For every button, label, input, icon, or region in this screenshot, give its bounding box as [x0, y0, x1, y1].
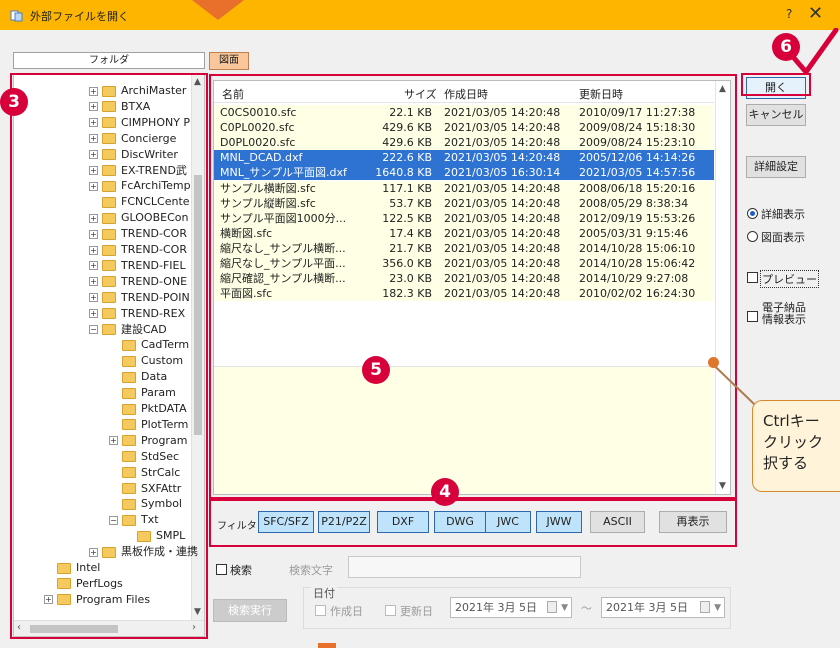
badge-4: 4: [431, 478, 459, 506]
pointer-marker: [318, 643, 336, 648]
callout-line-2: クリック: [763, 433, 824, 451]
created-date-checkbox[interactable]: [315, 605, 326, 616]
keyword-label: 検索文字: [289, 564, 333, 577]
detail-view-label: 詳細表示: [761, 208, 805, 221]
callout-note: Ctrlキー クリック 択する: [752, 400, 840, 492]
modified-date-label: 更新日: [400, 605, 433, 618]
date-to-value: 2021年 3月 5日: [606, 601, 688, 614]
chevron-down-icon: ▼: [561, 603, 568, 613]
advanced-settings-button[interactable]: 詳細設定: [746, 156, 806, 178]
created-date-label: 作成日: [330, 605, 363, 618]
window-title: 外部ファイルを開く: [30, 10, 129, 23]
search-checkbox[interactable]: [216, 564, 227, 575]
search-execute-button[interactable]: 検索実行: [213, 599, 287, 622]
cancel-button[interactable]: キャンセル: [746, 104, 806, 126]
highlight-filter: [209, 499, 737, 547]
preview-label: プレビュー: [760, 270, 819, 288]
chevron-down-icon: ▼: [714, 603, 721, 613]
calendar-icon: [547, 601, 557, 613]
close-button[interactable]: ✕: [808, 3, 823, 24]
drawing-view-radio[interactable]: [747, 231, 758, 242]
denshi-label-line2: 情報表示: [762, 313, 806, 326]
title-bar: 外部ファイルを開く ? ✕: [0, 0, 840, 30]
date-range-tilde: ～: [581, 602, 592, 615]
tab-drawing[interactable]: 図面: [209, 52, 249, 70]
denshi-checkbox[interactable]: [747, 311, 758, 322]
pointer-arrow-icon: [192, 0, 244, 20]
modified-date-checkbox[interactable]: [385, 605, 396, 616]
drawing-view-label: 図面表示: [761, 231, 805, 244]
badge-3: 3: [0, 88, 28, 116]
date-from-picker[interactable]: 2021年 3月 5日 ▼: [450, 597, 572, 618]
calendar-icon: [700, 601, 710, 613]
folder-header: フォルダ: [13, 52, 205, 69]
checkmark-icon: [791, 28, 839, 75]
callout-line-3: 択する: [763, 454, 809, 472]
date-group-label: 日付: [311, 585, 337, 601]
preview-checkbox[interactable]: [747, 272, 758, 283]
search-area: 検索 検索文字 検索実行 日付 作成日 更新日 2021年 3月 5日 ▼ ～ …: [213, 553, 738, 633]
date-to-picker[interactable]: 2021年 3月 5日 ▼: [601, 597, 725, 618]
highlight-file-list: [209, 74, 737, 499]
callout-line-1: Ctrlキー: [763, 412, 820, 430]
keyword-input[interactable]: [348, 556, 581, 578]
badge-5: 5: [362, 356, 390, 384]
callout-pointer-dot: [708, 357, 719, 368]
highlight-tree: [10, 73, 208, 639]
date-from-value: 2021年 3月 5日: [455, 601, 537, 614]
detail-view-radio[interactable]: [747, 208, 758, 219]
date-group: 日付 作成日 更新日 2021年 3月 5日 ▼ ～ 2021年 3月 5日 ▼: [303, 585, 731, 629]
app-icon: [10, 10, 23, 22]
search-checkbox-label: 検索: [230, 564, 252, 577]
help-button[interactable]: ?: [786, 7, 792, 21]
